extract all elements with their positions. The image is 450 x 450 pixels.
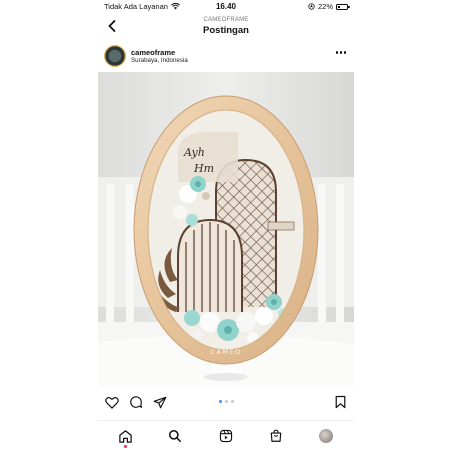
page-header: CAMEOFRAME Postingan (98, 14, 354, 40)
shop-icon (270, 429, 282, 442)
nav-search[interactable] (166, 427, 184, 445)
status-right: 22% (308, 2, 350, 11)
carousel-dot (218, 400, 222, 403)
bottom-navigation (98, 420, 354, 450)
product-photo: Ayh Hm CAMEO (98, 72, 354, 388)
svg-text:Hm: Hm (193, 162, 214, 175)
post-location[interactable]: Surabaya, Indonesia (131, 57, 188, 64)
nav-profile[interactable] (317, 427, 335, 445)
carousel-dot (230, 400, 234, 403)
home-icon (118, 429, 132, 443)
more-horizontal-icon (335, 51, 338, 54)
header-subtitle: CAMEOFRAME (203, 17, 249, 23)
battery-fill (338, 5, 340, 8)
watermark: CAMEO (210, 348, 241, 356)
search-icon (168, 429, 182, 443)
nav-home[interactable] (116, 427, 134, 445)
notification-dot (123, 445, 127, 448)
status-bar: Tidak Ada Layanan 16.40 22% (98, 0, 354, 14)
battery-percent: 22% (317, 2, 333, 11)
page-title: Postingan (203, 25, 249, 36)
post-actions (98, 392, 354, 412)
battery-icon (336, 3, 350, 10)
post-image[interactable]: Ayh Hm CAMEO (98, 72, 354, 388)
carousel-indicator (98, 400, 354, 403)
avatar[interactable] (104, 45, 126, 67)
reels-icon (219, 429, 233, 443)
post-header: cameoframe Surabaya, Indonesia (98, 42, 354, 70)
location-icon (308, 3, 315, 10)
profile-avatar (319, 429, 333, 443)
more-options-button[interactable] (335, 51, 346, 54)
nav-shop[interactable] (267, 427, 285, 445)
bookmark-icon (335, 395, 345, 409)
save-button[interactable] (332, 394, 348, 410)
phone-screen: Tidak Ada Layanan 16.40 22% CAMEOFRAME P… (98, 0, 354, 450)
svg-text:Ayh: Ayh (183, 146, 205, 159)
carousel-dot (224, 400, 228, 403)
nav-reels[interactable] (217, 427, 235, 445)
post-username[interactable]: cameoframe (131, 48, 175, 57)
